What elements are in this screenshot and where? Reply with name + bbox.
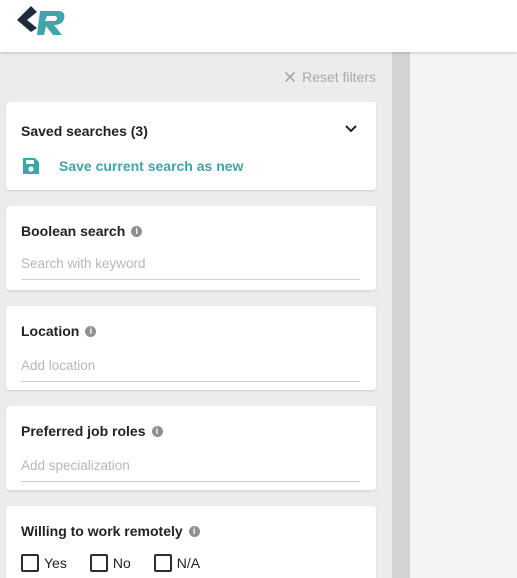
info-icon[interactable]: i (151, 425, 163, 437)
save-current-search-label: Save current search as new (59, 158, 244, 174)
boolean-search-title: Boolean search i (21, 223, 143, 239)
logo[interactable] (16, 5, 68, 37)
boolean-search-card: Boolean search i (6, 206, 376, 290)
info-icon[interactable]: i (188, 525, 200, 537)
boolean-search-input[interactable] (21, 252, 360, 280)
saved-searches-title[interactable]: Saved searches (3) (21, 123, 148, 139)
save-icon (23, 158, 39, 174)
checkbox[interactable] (21, 554, 39, 572)
location-title: Location i (21, 323, 97, 339)
location-input[interactable] (21, 354, 360, 382)
checkbox[interactable] (153, 554, 172, 572)
chevron-down-icon[interactable] (344, 124, 358, 134)
remote-option-no[interactable]: No (89, 554, 131, 572)
info-icon[interactable]: i (131, 225, 143, 237)
info-icon[interactable]: i (85, 325, 97, 337)
willing-remote-card: Willing to work remotely i Yes No N/A (6, 506, 376, 578)
remote-options: Yes No N/A (21, 554, 223, 572)
preferred-job-roles-title: Preferred job roles i (21, 423, 163, 439)
reset-filters-button[interactable]: Reset filters (284, 69, 376, 85)
top-bar (0, 0, 517, 52)
save-current-search-button[interactable]: Save current search as new (21, 156, 243, 176)
willing-remote-title: Willing to work remotely i (21, 523, 200, 539)
filters-panel: Reset filters Saved searches (3) Save cu… (0, 52, 392, 578)
results-area (410, 52, 517, 578)
close-icon (285, 71, 296, 83)
reset-filters-label: Reset filters (302, 69, 376, 85)
remote-option-na[interactable]: N/A (153, 554, 200, 572)
preferred-job-roles-card: Preferred job roles i (6, 406, 376, 490)
preferred-job-roles-input[interactable] (21, 454, 360, 482)
location-card: Location i (6, 306, 376, 390)
saved-searches-card: Saved searches (3) Save current search a… (6, 102, 376, 190)
checkbox[interactable] (89, 554, 108, 572)
panel-divider[interactable] (392, 52, 410, 578)
remote-option-yes[interactable]: Yes (21, 554, 67, 572)
